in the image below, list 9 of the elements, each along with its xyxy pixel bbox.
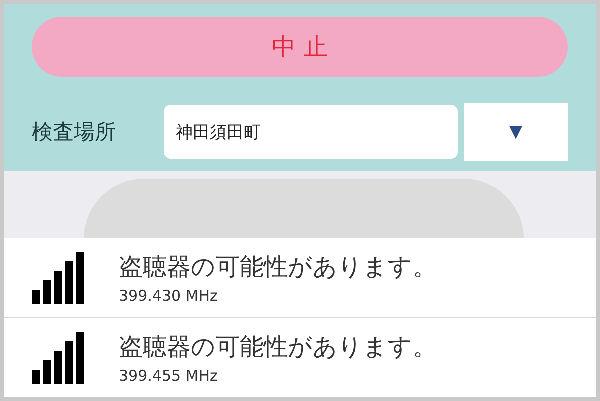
location-label: 検査場所 — [32, 119, 117, 146]
frequency-text: 399.430 MHz — [119, 286, 219, 304]
signal-icon — [32, 332, 86, 384]
signal-icon — [32, 252, 86, 304]
detection-message: 盗聴器の可能性があります。 — [119, 252, 437, 282]
location-field[interactable]: 神田須田町 — [164, 105, 458, 159]
frequency-text: 399.455 MHz — [119, 366, 219, 384]
dropdown-button[interactable]: ▼ — [464, 103, 568, 161]
detection-message: 盗聴器の可能性があります。 — [119, 332, 437, 362]
